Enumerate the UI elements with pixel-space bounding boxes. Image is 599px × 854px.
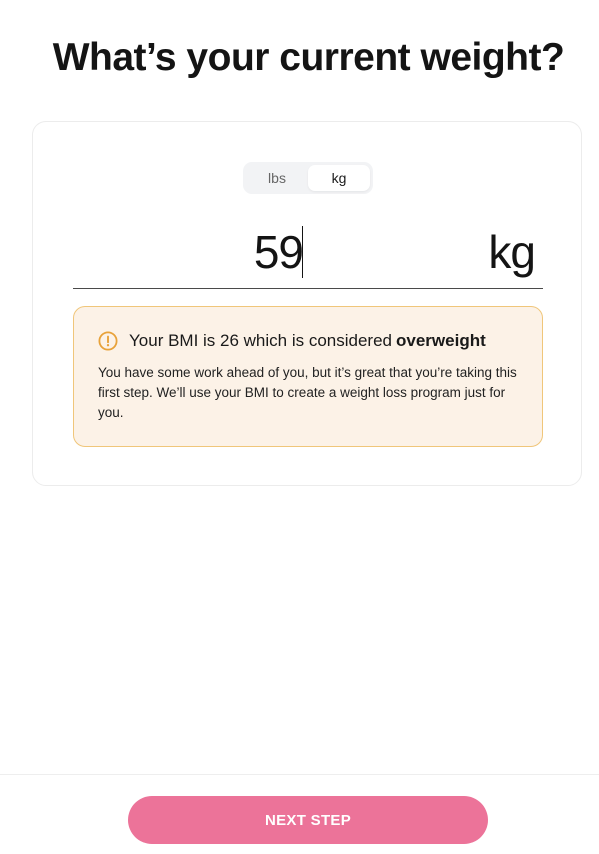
bmi-heading-text: Your BMI is 26 which is considered [129, 331, 393, 350]
exclamation-circle-icon [98, 331, 118, 351]
bmi-description: You have some work ahead of you, but it’… [98, 365, 517, 420]
bmi-category: overweight [396, 331, 486, 350]
unit-toggle: lbs kg [243, 162, 373, 194]
weight-step-page: What’s your current weight? lbs kg kg Yo… [0, 0, 599, 854]
weight-input-row: kg [73, 222, 543, 289]
weight-card: lbs kg kg Your BMI is 26 which is consid… [32, 121, 582, 486]
weight-unit-label: kg [488, 226, 536, 278]
page-title: What’s your current weight? [52, 36, 565, 79]
unit-option-kg[interactable]: kg [308, 165, 370, 191]
text-caret [302, 226, 303, 278]
unit-option-lbs[interactable]: lbs [246, 165, 308, 191]
bmi-notice: Your BMI is 26 which is considered overw… [73, 306, 543, 447]
footer-bar: NEXT STEP [0, 774, 599, 854]
bmi-heading: Your BMI is 26 which is considered overw… [98, 331, 518, 351]
weight-input[interactable] [73, 222, 303, 282]
next-step-button[interactable]: NEXT STEP [128, 796, 488, 844]
